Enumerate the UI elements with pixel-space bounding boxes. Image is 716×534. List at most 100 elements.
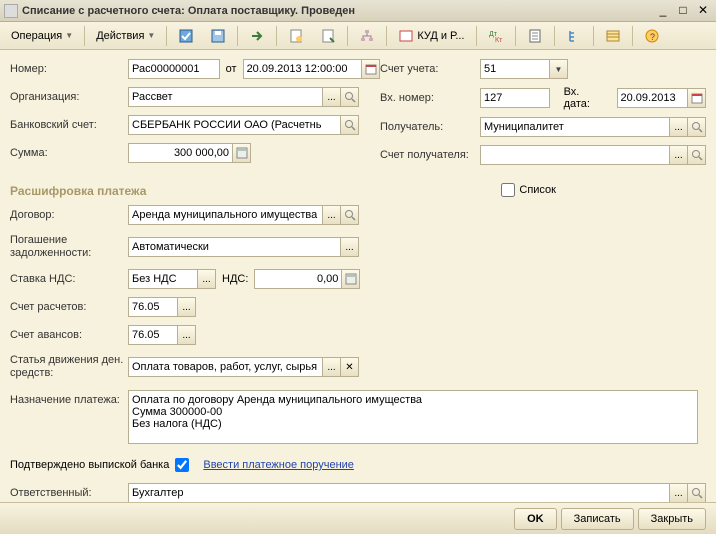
svg-text:?: ? [650,32,655,42]
clear-icon[interactable]: ✕ [341,357,359,377]
separator [347,26,348,46]
recipient-field[interactable] [480,117,670,137]
tb-list-button[interactable] [598,25,628,47]
ellipsis-button[interactable]: ... [670,483,688,502]
confirmed-checkbox[interactable] [175,458,189,472]
label-in-date: Вх. дата: [564,86,609,110]
tb-doc1-button[interactable] [281,25,311,47]
recipient-account-field[interactable] [480,145,670,165]
sum-field[interactable] [128,143,233,163]
ellipsis-button[interactable]: ... [198,269,216,289]
vat-rate-field[interactable] [128,269,198,289]
purpose-textarea[interactable] [128,390,698,444]
calculator-icon[interactable] [233,143,251,163]
list-checkbox[interactable] [501,183,515,197]
contract-field[interactable] [128,205,323,225]
advance-account-field[interactable] [128,325,178,345]
ellipsis-button[interactable]: ... [178,297,196,317]
ellipsis-button[interactable]: ... [323,205,341,225]
section-title: Расшифровка платежа [10,184,501,198]
calculator-icon[interactable] [342,269,360,289]
debt-field[interactable] [128,237,341,257]
window-icon [4,4,18,18]
tb-struct-button[interactable] [352,25,382,47]
calendar-icon[interactable] [362,59,380,79]
separator [554,26,555,46]
tb-tree-button[interactable] [559,25,589,47]
ok-button[interactable]: OK [514,508,557,530]
separator [632,26,633,46]
actions-label: Действия [96,30,144,42]
lookup-icon[interactable] [688,145,706,165]
in-number-field[interactable] [480,88,550,108]
tb-help-button[interactable]: ? [637,25,667,47]
in-date-field[interactable] [617,88,689,108]
separator [276,26,277,46]
date-field[interactable] [243,59,363,79]
minimize-button[interactable]: _ [654,4,672,18]
svg-text:Кт: Кт [495,37,503,44]
label-vat-rate: Ставка НДС: [10,273,128,285]
calendar-icon[interactable] [688,88,706,108]
titlebar: Списание с расчетного счета: Оплата пост… [0,0,716,22]
tb-report-button[interactable] [520,25,550,47]
calc-account-field[interactable] [128,297,178,317]
lookup-icon[interactable] [688,483,706,502]
separator [237,26,238,46]
org-field[interactable] [128,87,323,107]
responsible-field[interactable] [128,483,670,502]
flow-article-field[interactable] [128,357,323,377]
kudir-button[interactable]: КУД и Р... [391,25,471,47]
window-title: Списание с расчетного счета: Оплата пост… [22,5,652,17]
form-body: Номер: от Организация: ... Банковский сч… [0,50,716,502]
ellipsis-button[interactable]: ... [178,325,196,345]
chevron-down-icon: ▼ [147,31,155,40]
close-window-button[interactable]: ✕ [694,4,712,18]
bank-field[interactable] [128,115,341,135]
label-list: Список [519,184,556,196]
ellipsis-button[interactable]: ... [670,145,688,165]
ellipsis-button[interactable]: ... [670,117,688,137]
label-in-number: Вх. номер: [380,92,480,104]
label-vat: НДС: [222,273,248,285]
dropdown-button[interactable]: ▼ [550,59,568,79]
ellipsis-button[interactable]: ... [341,237,359,257]
separator [166,26,167,46]
ellipsis-button[interactable]: ... [323,357,341,377]
tb-dtkr-button[interactable]: ДтКт [481,25,511,47]
separator [593,26,594,46]
toolbar: Операция▼ Действия▼ КУД и Р... ДтКт ? [0,22,716,50]
label-responsible: Ответственный: [10,487,128,499]
number-field[interactable] [128,59,220,79]
label-purpose: Назначение платежа: [10,390,128,407]
close-button[interactable]: Закрыть [638,508,706,530]
tb-save-button[interactable] [203,25,233,47]
tb-doc2-button[interactable] [313,25,343,47]
label-flow-article: Статья движения ден. средств: [10,354,128,380]
save-button[interactable]: Записать [561,508,634,530]
actions-menu[interactable]: Действия▼ [89,25,162,47]
label-org: Организация: [10,91,128,103]
enter-payment-order-link[interactable]: Ввести платежное поручение [203,459,354,471]
maximize-button[interactable]: □ [674,4,692,18]
separator [515,26,516,46]
label-advance-account: Счет авансов: [10,329,128,341]
ellipsis-button[interactable]: ... [323,87,341,107]
lookup-icon[interactable] [341,87,359,107]
separator [386,26,387,46]
chevron-down-icon: ▼ [65,31,73,40]
lookup-icon[interactable] [341,205,359,225]
tb-go-button[interactable] [242,25,272,47]
operation-menu[interactable]: Операция▼ [4,25,80,47]
label-sum: Сумма: [10,147,128,159]
account-field[interactable] [480,59,550,79]
lookup-icon[interactable] [688,117,706,137]
vat-field[interactable] [254,269,342,289]
label-calc-account: Счет расчетов: [10,301,128,313]
label-number: Номер: [10,63,128,75]
separator [476,26,477,46]
label-confirmed: Подтверждено выпиской банка [10,459,169,471]
label-bank: Банковский счет: [10,119,128,131]
tb-post-button[interactable] [171,25,201,47]
lookup-icon[interactable] [341,115,359,135]
